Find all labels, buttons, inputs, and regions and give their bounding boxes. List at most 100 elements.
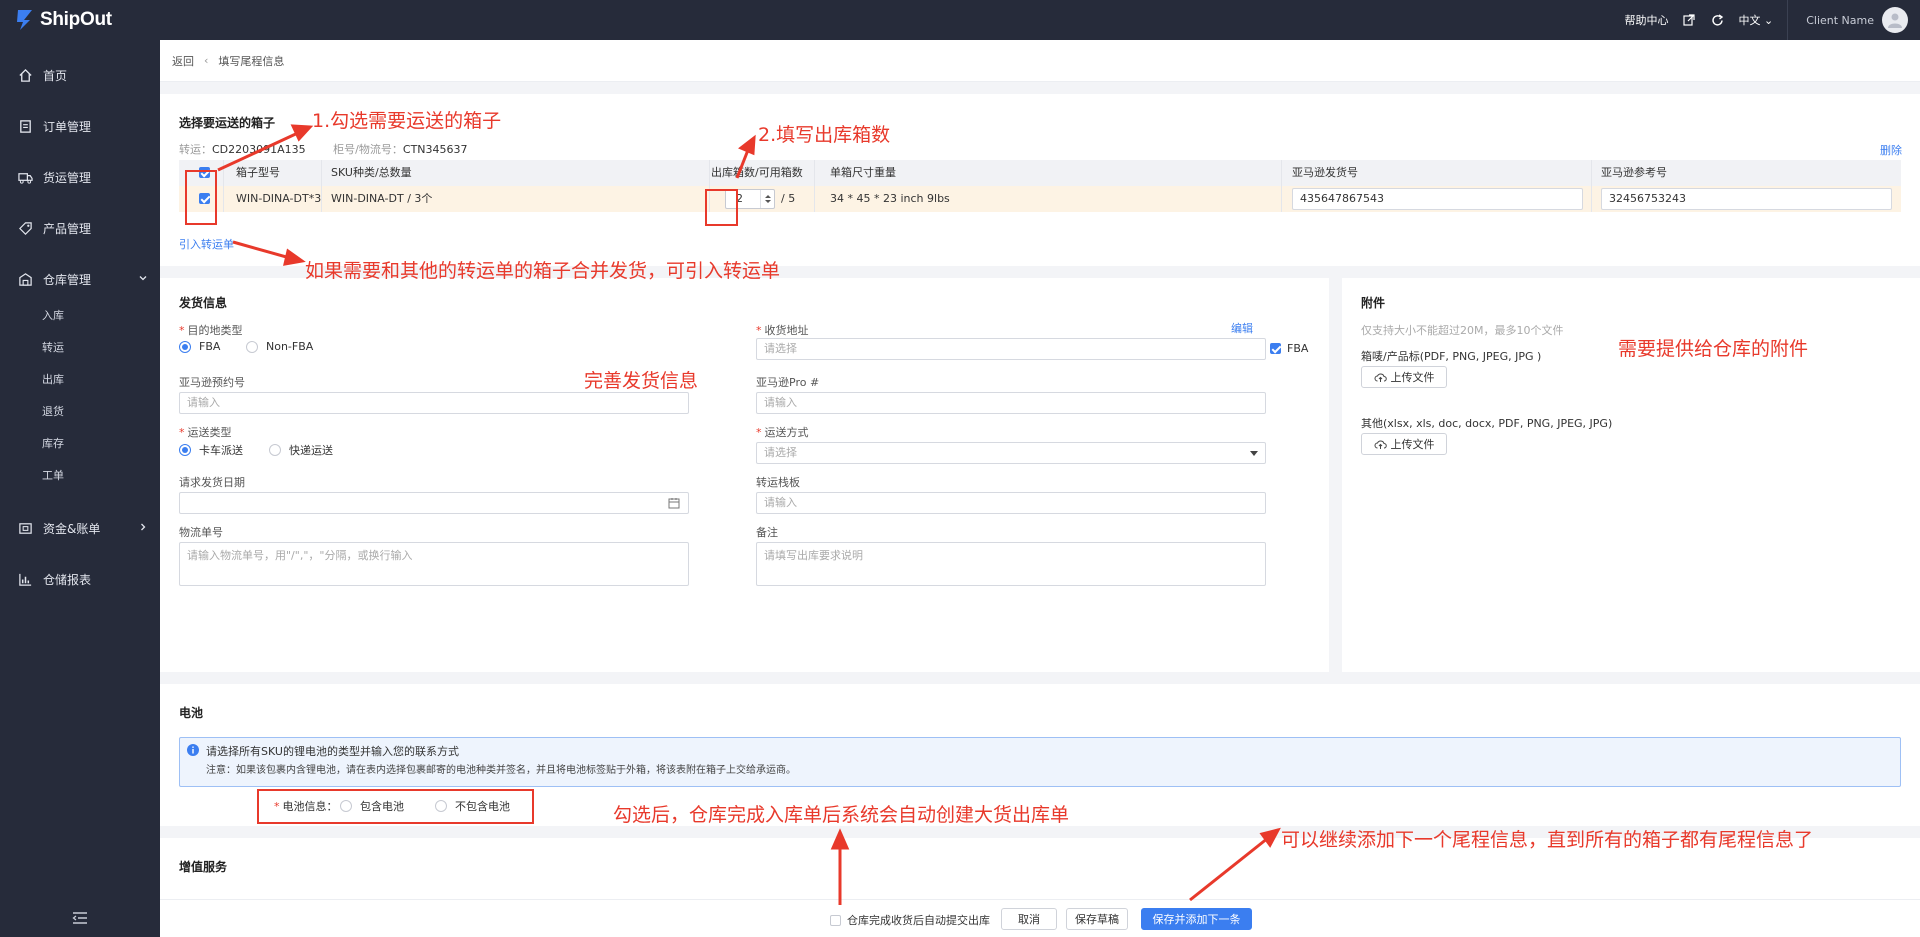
annotation-fill-quantity: 2.填写出库箱数 [758,124,891,146]
annotation-box-battery [257,789,534,824]
ref-id-input[interactable]: 32456753243 [1601,188,1892,210]
pallet-input[interactable]: 请输入 [756,492,1266,514]
sidebar-sub-transfer[interactable]: 转运 [42,339,64,355]
notice-line1: 请选择所有SKU的锂电池的类型并输入您的联系方式 [206,745,459,758]
edit-address-link[interactable]: 编辑 [1231,320,1253,336]
tracking-label: 物流单号 [179,526,223,539]
col-out-qty: 出库箱数/可用箱数 [711,166,803,179]
attachments-hint: 仅支持大小不能超过20M，最多10个文件 [1361,324,1564,337]
attachment-label-labels: 箱唛/产品标(PDF, PNG, JPEG, JPG ) [1361,350,1542,363]
ship-method-label: * 运送方式 [756,426,809,439]
appt-input[interactable]: 请输入 [179,392,689,414]
sidebar-sub-outbound[interactable]: 出库 [42,371,64,387]
cell-sku: WIN-DINA-DT / 3个 [331,192,433,205]
upload-button-other[interactable]: 上传文件 [1361,433,1447,455]
import-transfer-link[interactable]: 引入转运单 [179,236,234,252]
radio-fba[interactable]: FBA [179,340,220,353]
auto-submit-checkbox[interactable]: 仓库完成收货后自动提交出库 [830,912,990,928]
stepper-arrows-icon[interactable] [764,194,772,204]
ship-method-select[interactable]: 请选择 [756,442,1266,464]
remark-textarea[interactable]: 请填写出库要求说明 [756,542,1266,586]
sidebar-sub-inbound[interactable]: 入库 [42,307,64,323]
info-icon [187,744,199,756]
ship-type-label: * 运送类型 [179,426,232,439]
boxes-title: 选择要运送的箱子 [179,116,276,130]
brand-name: ShipOut [40,9,112,30]
cell-box-type: WIN-DINA-DT*3 [236,192,322,205]
transfer-info: 转运：CD2203091A135 柜号/物流号：CTN345637 [179,143,468,156]
date-picker[interactable] [179,492,689,514]
caret-down-icon [1250,451,1258,456]
fba-checkbox[interactable]: FBA [1270,342,1308,355]
warehouse-icon [19,272,32,286]
cell-available: / 5 [781,192,796,205]
breadcrumb-back[interactable]: 返回 [172,53,194,69]
col-ref-id: 亚马逊参考号 [1601,166,1667,179]
value-added-title: 增值服务 [179,860,228,874]
sidebar-sub-tickets[interactable]: 工单 [42,467,64,483]
sidebar-sub-returns[interactable]: 退货 [42,403,64,419]
calendar-icon [668,498,680,509]
save-and-add-button[interactable]: 保存并添加下一条 [1141,908,1252,930]
annotation-add-next: 可以继续添加下一个尾程信息，直到所有的箱子都有尾程信息了 [1281,829,1814,851]
sidebar-item-orders[interactable]: 订单管理 [0,111,160,141]
tracking-textarea[interactable]: 请输入物流单号，用"/","，"分隔，或换行输入 [179,542,689,586]
cloud-upload-icon [1374,373,1387,382]
col-sku: SKU种类/总数量 [331,166,412,179]
bottom-action-bar: 仓库完成收货后自动提交出库 取消 保存草稿 保存并添加下一条 [160,899,1920,937]
cloud-upload-icon [1374,440,1387,449]
order-icon [20,119,31,133]
sidebar-item-warehouse[interactable]: 仓库管理 [0,264,160,294]
annotation-auto-create: 勾选后，仓库完成入库单后系统会自动创建大货出库单 [613,804,1070,826]
sidebar-item-freight[interactable]: 货运管理 [0,162,160,192]
table-header: 箱子型号 SKU种类/总数量 出库箱数/可用箱数 单箱尺寸重量 亚马逊发货号 亚… [179,160,1901,186]
sidebar-item-products[interactable]: 产品管理 [0,213,160,243]
header-divider [1787,0,1789,40]
top-bar: ShipOut 帮助中心 中文 ⌄ Client Name [0,0,1920,40]
breadcrumb: 返回 ‹ 填写尾程信息 [160,40,1920,82]
radio-express[interactable]: 快递运送 [269,442,333,458]
breadcrumb-separator: ‹ [204,54,209,67]
address-select[interactable]: 请选择 [756,338,1266,360]
upload-button-labels[interactable]: 上传文件 [1361,366,1447,388]
chevron-right-icon [141,523,146,531]
annotation-attachments: 需要提供给仓库的附件 [1618,338,1809,360]
client-name[interactable]: Client Name [1806,14,1874,27]
attachment-label-other: 其他(xlsx, xls, doc, docx, PDF, PNG, JPEG,… [1361,417,1613,430]
radio-non-fba[interactable]: Non-FBA [246,340,313,353]
breadcrumb-current: 填写尾程信息 [218,54,285,68]
save-draft-button[interactable]: 保存草稿 [1066,908,1128,930]
annotation-shipping-info: 完善发货信息 [584,370,699,392]
pro-input[interactable]: 请输入 [756,392,1266,414]
sidebar-item-reports[interactable]: 仓储报表 [0,564,160,594]
truck-icon [18,172,33,184]
avatar[interactable] [1882,7,1908,33]
collapse-sidebar-icon[interactable] [72,911,88,925]
external-link-icon[interactable] [1682,13,1696,27]
report-icon [19,573,32,586]
shipping-card: 发货信息 * 目的地类型 FBA Non-FBA * 收货地址 编辑 请选择 FBA… [160,278,1329,672]
date-label: 请求发货日期 [179,476,245,489]
help-center-link[interactable]: 帮助中心 [1624,12,1668,28]
notice-line2: 注意：如果该包裹内含锂电池，请在表内选择包裹邮寄的电池种类并签名，并且将电池标签… [206,765,796,776]
top-right-actions: 帮助中心 中文 ⌄ Client Name [1624,0,1908,40]
sidebar-item-home[interactable]: 首页 [0,60,160,90]
col-box-type: 箱子型号 [236,166,280,179]
sidebar-sub-inventory[interactable]: 库存 [42,435,64,451]
battery-title: 电池 [179,706,204,720]
tag-icon [19,221,32,235]
col-size: 单箱尺寸重量 [830,166,896,179]
language-selector[interactable]: 中文 ⌄ [1738,12,1773,28]
cancel-button[interactable]: 取消 [1001,908,1057,930]
shipment-id-input[interactable]: 435647867543 [1292,188,1583,210]
delete-link[interactable]: 删除 [1880,142,1902,158]
refresh-icon[interactable] [1710,13,1724,27]
annotation-box-checkboxes [185,170,217,225]
annotation-select-boxes: 1.勾选需要运送的箱子 [312,110,502,132]
radio-truck[interactable]: 卡车派送 [179,442,243,458]
pro-label: 亚马逊Pro # [756,376,820,389]
chevron-down-icon [139,276,147,281]
shipping-title: 发货信息 [179,296,228,310]
sidebar-item-finance[interactable]: 资金&账单 [0,513,160,543]
brand-logo[interactable]: ShipOut [14,8,112,32]
